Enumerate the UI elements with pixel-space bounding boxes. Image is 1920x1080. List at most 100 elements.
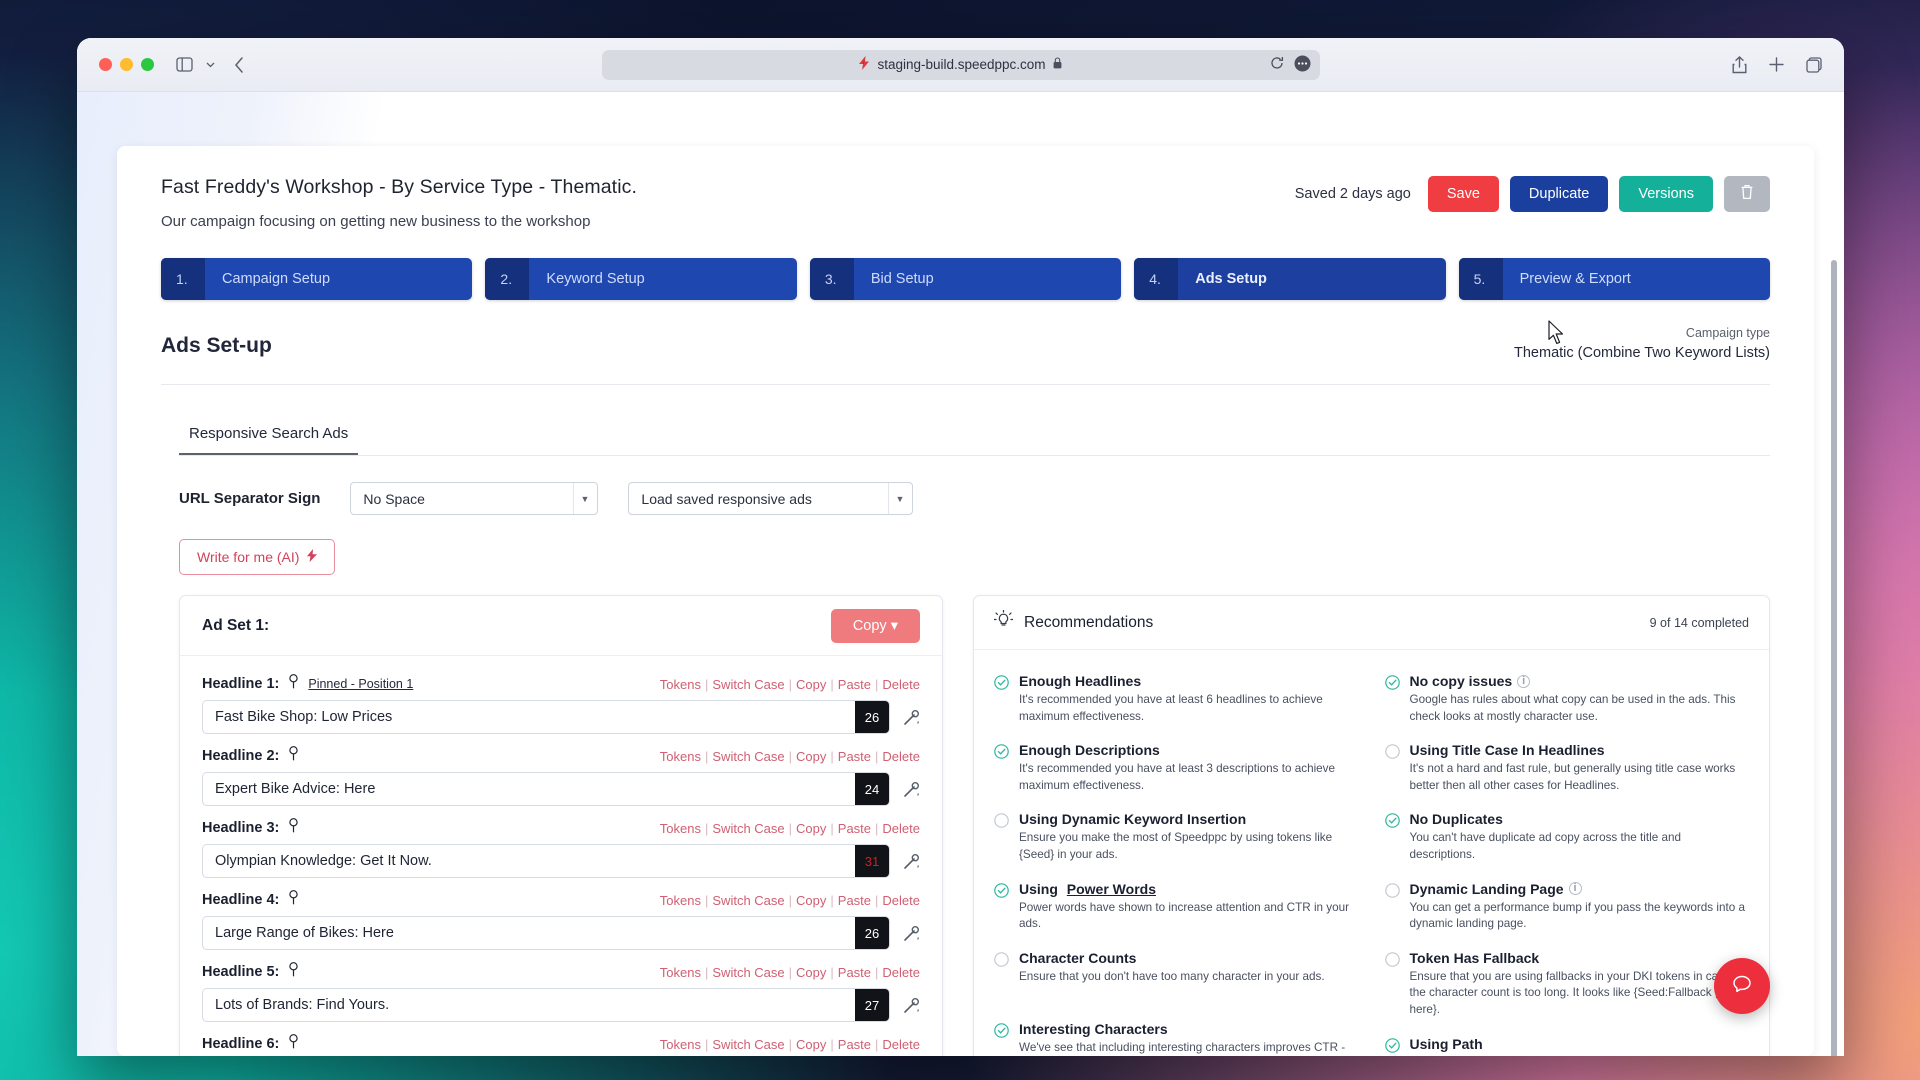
action-delete[interactable]: Delete: [882, 821, 920, 836]
headline-input[interactable]: Olympian Knowledge: Get It Now. 31: [202, 844, 890, 878]
new-tab-icon[interactable]: [1769, 57, 1784, 72]
action-tokens[interactable]: Tokens: [660, 893, 701, 908]
tab-overview-icon[interactable]: [1806, 56, 1822, 73]
pin-icon[interactable]: [288, 818, 299, 838]
action-paste[interactable]: Paste: [838, 965, 871, 980]
save-button[interactable]: Save: [1427, 176, 1499, 212]
help-button[interactable]: [1714, 958, 1770, 1014]
action-copy[interactable]: Copy: [796, 965, 826, 980]
recommendation-item[interactable]: Using Dynamic Keyword Insertion Ensure y…: [994, 804, 1359, 873]
maximize-window-button[interactable]: [141, 58, 154, 71]
pin-icon[interactable]: [288, 1034, 299, 1054]
sidebar-icon[interactable]: [176, 57, 193, 72]
ad-set-card: Ad Set 1: Copy ▾ Headline 1: Pinned - Po…: [179, 595, 943, 1056]
recommendation-item[interactable]: Dynamic Landing Page i You can get a perf…: [1384, 874, 1750, 943]
headline-input[interactable]: Expert Bike Advice: Here 24: [202, 772, 890, 806]
action-paste[interactable]: Paste: [838, 1037, 871, 1052]
action-switch-case[interactable]: Switch Case: [712, 1037, 784, 1052]
info-icon[interactable]: i: [1517, 674, 1531, 688]
chevron-down-icon[interactable]: [206, 62, 215, 68]
recommendation-item[interactable]: Using Path Using the path section (espec…: [1384, 1029, 1750, 1057]
window-controls[interactable]: [99, 58, 154, 71]
headline-input[interactable]: Lots of Brands: Find Yours. 27: [202, 988, 890, 1022]
step-keyword-setup[interactable]: 2. Keyword Setup: [485, 258, 797, 300]
action-tokens[interactable]: Tokens: [660, 821, 701, 836]
action-tokens[interactable]: Tokens: [660, 1037, 701, 1052]
caret-down-icon: ▾: [890, 617, 898, 634]
write-for-me-ai-button[interactable]: Write for me (AI): [179, 539, 336, 575]
ad-set-copy-button[interactable]: Copy ▾: [830, 608, 920, 643]
recommendation-title: Using Dynamic Keyword Insertion: [1019, 811, 1247, 828]
load-saved-ads-select[interactable]: Load saved responsive ads ▼: [628, 482, 914, 515]
recommendation-item[interactable]: No Duplicates You can't have duplicate a…: [1384, 804, 1750, 873]
action-paste[interactable]: Paste: [838, 749, 871, 764]
magic-wand-icon[interactable]: [903, 997, 920, 1014]
tab-responsive-search-ads[interactable]: Responsive Search Ads: [179, 425, 359, 455]
recommendation-desc: Ensure that you don't have too many char…: [1019, 969, 1325, 983]
action-paste[interactable]: Paste: [838, 821, 871, 836]
recommendation-item[interactable]: Token Has Fallback Ensure that you are u…: [1384, 943, 1750, 1029]
recommendation-item[interactable]: No copy issues i Google has rules about w…: [1384, 666, 1750, 735]
step-campaign-setup[interactable]: 1. Campaign Setup: [161, 258, 473, 300]
minimize-window-button[interactable]: [120, 58, 133, 71]
recommendation-item[interactable]: Interesting Characters We've see that in…: [994, 995, 1359, 1056]
headline-input[interactable]: Large Range of Bikes: Here 26: [202, 916, 890, 950]
recommendation-item[interactable]: Character Counts Ensure that you don't h…: [994, 943, 1359, 996]
headline-pinned-label[interactable]: Pinned - Position 1: [308, 677, 413, 691]
action-paste[interactable]: Paste: [838, 893, 871, 908]
action-copy[interactable]: Copy: [796, 821, 826, 836]
extensions-icon[interactable]: [1294, 55, 1311, 75]
step-ads-setup[interactable]: 4. Ads Setup: [1134, 258, 1446, 300]
recommendation-item[interactable]: Using Title Case In Headlines It's not a…: [1384, 735, 1750, 804]
action-copy[interactable]: Copy: [796, 1037, 826, 1052]
action-switch-case[interactable]: Switch Case: [712, 965, 784, 980]
magic-wand-icon[interactable]: [903, 709, 920, 726]
versions-button[interactable]: Versions: [1619, 176, 1713, 212]
action-copy[interactable]: Copy: [796, 893, 826, 908]
pin-icon[interactable]: [288, 674, 299, 694]
pin-icon[interactable]: [288, 890, 299, 910]
step-number: 5.: [1458, 258, 1503, 300]
action-switch-case[interactable]: Switch Case: [712, 677, 784, 692]
step-bid-setup[interactable]: 3. Bid Setup: [809, 258, 1122, 300]
action-delete[interactable]: Delete: [882, 749, 920, 764]
recommendation-item[interactable]: Enough Headlines It's recommended you ha…: [994, 666, 1359, 735]
pin-icon[interactable]: [288, 746, 299, 766]
share-icon[interactable]: [1732, 55, 1747, 74]
action-switch-case[interactable]: Switch Case: [712, 821, 784, 836]
check-circle-icon: [1384, 1037, 1400, 1056]
magic-wand-icon[interactable]: [903, 925, 920, 942]
recommendation-item[interactable]: Using Power Words Power words have shown…: [994, 874, 1359, 943]
action-switch-case[interactable]: Switch Case: [712, 893, 784, 908]
action-delete[interactable]: Delete: [882, 677, 920, 692]
recommendation-item[interactable]: Enough Descriptions It's recommended you…: [994, 735, 1359, 804]
address-bar[interactable]: staging-build.speedppc.com: [601, 49, 1320, 80]
action-copy[interactable]: Copy: [796, 677, 826, 692]
close-window-button[interactable]: [99, 58, 112, 71]
action-delete[interactable]: Delete: [882, 1037, 920, 1052]
headline-row-header: Headline 1: Pinned - Position 1 Tokens | S…: [202, 662, 920, 700]
magic-wand-icon[interactable]: [903, 853, 920, 870]
action-tokens[interactable]: Tokens: [660, 965, 701, 980]
headline-input[interactable]: Fast Bike Shop: Low Prices 26: [202, 700, 890, 734]
page-scrollbar[interactable]: [1831, 260, 1837, 1056]
action-tokens[interactable]: Tokens: [660, 749, 701, 764]
action-switch-case[interactable]: Switch Case: [712, 749, 784, 764]
back-icon[interactable]: [234, 56, 244, 73]
magic-wand-icon[interactable]: [903, 781, 920, 798]
power-words-link[interactable]: Power Words: [1067, 881, 1156, 897]
step-preview-export[interactable]: 5. Preview & Export: [1458, 258, 1771, 300]
headline-row-header: Headline 2: Tokens | Switch Case | Copy | Past…: [202, 734, 920, 772]
reload-icon[interactable]: [1270, 56, 1284, 73]
url-separator-select[interactable]: No Space ▼: [350, 482, 599, 515]
recommendation-desc: Using the path section (especially using…: [1410, 1055, 1750, 1057]
pin-icon[interactable]: [288, 962, 299, 982]
action-paste[interactable]: Paste: [838, 677, 871, 692]
action-copy[interactable]: Copy: [796, 749, 826, 764]
action-tokens[interactable]: Tokens: [660, 677, 701, 692]
info-icon[interactable]: i: [1568, 882, 1582, 896]
delete-button[interactable]: [1724, 176, 1770, 212]
duplicate-button[interactable]: Duplicate: [1509, 176, 1609, 212]
action-delete[interactable]: Delete: [882, 965, 920, 980]
action-delete[interactable]: Delete: [882, 893, 920, 908]
